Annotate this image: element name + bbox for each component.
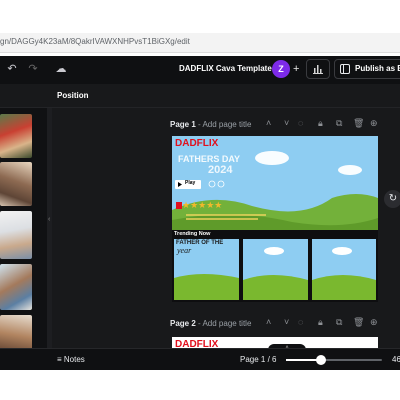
duplicate-page-icon[interactable]: ⧉	[336, 118, 342, 129]
position-button[interactable]: Position	[57, 91, 89, 100]
screen: gn/DAGGy4K23aM/8QakrIVAWXNHPvsT1BiGXg/ed…	[0, 0, 400, 400]
zoom-value[interactable]: 46	[392, 355, 400, 364]
photo-thumbnail[interactable]	[0, 114, 32, 158]
description-line	[186, 214, 266, 216]
chevron-down-icon[interactable]: ˅	[284, 317, 289, 327]
rating-badge	[176, 202, 182, 209]
design-title[interactable]: DADFLIX Cava Template	[179, 64, 272, 73]
hero-title: FATHERS DAY	[178, 154, 241, 164]
duplicate-page-icon[interactable]: ⧉	[336, 317, 342, 328]
chevron-up-icon[interactable]: ˄	[266, 118, 271, 128]
publish-label: Publish as Bra	[355, 64, 400, 73]
analytics-button[interactable]	[306, 59, 330, 79]
publish-button[interactable]: Publish as Bra	[334, 59, 400, 79]
delete-page-icon[interactable]: 🗑︎	[353, 317, 364, 328]
avatar[interactable]: Z	[272, 60, 290, 78]
notes-button[interactable]: ≡ Notes	[57, 355, 85, 364]
play-label: Play	[185, 180, 196, 186]
hide-page-icon[interactable]: ◌	[298, 317, 303, 327]
description-line	[186, 218, 258, 220]
redo-icon[interactable]: ↷	[26, 62, 40, 76]
bottom-bar: ≡ Notes Page 1 / 6 46	[0, 348, 400, 370]
panel-divider[interactable]	[47, 108, 52, 370]
photo-thumbnail[interactable]	[0, 211, 32, 259]
refresh-icon[interactable]: ↻	[384, 190, 400, 208]
cloud	[255, 151, 289, 165]
side-panel-uploads	[0, 108, 49, 370]
tile	[312, 239, 376, 300]
cloud-saved-icon[interactable]: ☁	[54, 62, 68, 76]
page-2-header: Page 2 - Add page title	[170, 319, 252, 328]
page-1-canvas[interactable]: ★★★★★ DADFLIX FATHERS DAY 2024 Play Tren…	[172, 136, 378, 302]
page-2-label: Page 2	[170, 319, 196, 328]
add-page-icon[interactable]: ⊕	[370, 118, 378, 129]
zoom-slider-knob[interactable]	[315, 355, 326, 365]
photo-thumbnail[interactable]	[0, 264, 32, 310]
page-2-title-input[interactable]: Add page title	[202, 319, 251, 328]
context-toolbar: Position	[0, 84, 400, 108]
collapse-panel-handle[interactable]: ‹	[48, 216, 53, 230]
lock-icon[interactable]: 🔒︎	[318, 118, 323, 129]
lock-icon[interactable]: 🔒︎	[318, 317, 323, 328]
page-1-label: Page 1	[170, 120, 196, 129]
cloud	[338, 165, 362, 175]
notes-label: Notes	[63, 355, 85, 364]
canva-editor: ↶ ↷ ☁ DADFLIX Cava Template Z + Publish	[0, 56, 400, 370]
address-bar[interactable]: gn/DAGGy4K23aM/8QakrIVAWXNHPvsT1BiGXg/ed…	[0, 33, 400, 53]
tile	[243, 239, 308, 300]
page-1-header: Page 1 - Add page title	[170, 120, 252, 129]
publish-icon	[340, 64, 350, 74]
chevron-up-icon[interactable]: ˄	[266, 317, 271, 327]
tile-subtitle: year	[177, 246, 192, 255]
brand-logo: DADFLIX	[175, 138, 219, 149]
hide-page-icon[interactable]: ◌	[298, 118, 303, 128]
page-count[interactable]: Page 1 / 6	[240, 355, 276, 364]
trending-label: Trending Now	[174, 231, 211, 237]
photo-thumbnail[interactable]	[0, 162, 32, 206]
chevron-down-icon[interactable]: ˅	[284, 118, 289, 128]
delete-page-icon[interactable]: 🗑︎	[353, 118, 364, 129]
undo-icon[interactable]: ↶	[5, 62, 19, 76]
add-page-icon[interactable]: ⊕	[370, 317, 378, 328]
add-collaborator-button[interactable]: +	[293, 63, 299, 75]
page-1-title-input[interactable]: Add page title	[202, 120, 251, 129]
url-text[interactable]: gn/DAGGy4K23aM/8QakrIVAWXNHPvsT1BiGXg/ed…	[0, 37, 190, 46]
top-toolbar: ↶ ↷ ☁ DADFLIX Cava Template Z + Publish	[0, 56, 400, 84]
svg-text:★★★★★: ★★★★★	[182, 201, 222, 211]
rating-stars: ★★★★★	[182, 201, 222, 211]
zoom-slider[interactable]	[286, 355, 382, 365]
hero-year: 2024	[208, 164, 233, 176]
bar-chart-icon	[313, 65, 323, 74]
